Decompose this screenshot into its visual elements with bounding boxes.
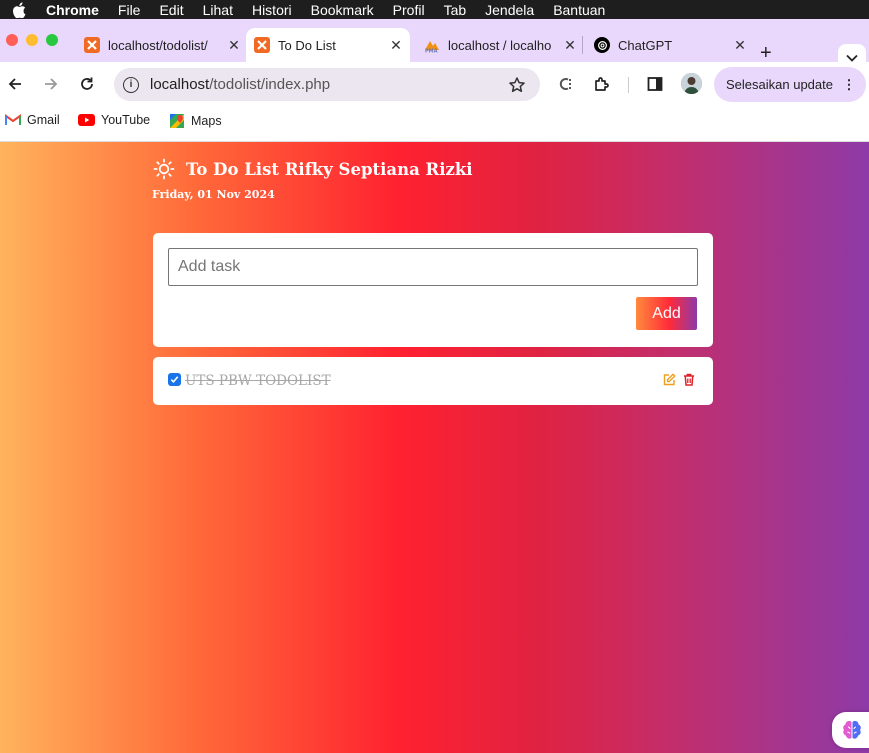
close-window-button[interactable]	[6, 34, 18, 46]
new-tab-icon[interactable]: +	[760, 43, 772, 63]
trash-icon[interactable]	[683, 373, 695, 386]
tab-title: localhost/todolist/	[108, 37, 208, 53]
add-task-card: Add	[153, 233, 713, 347]
close-tab-icon[interactable]: ✕	[562, 37, 578, 54]
bookmark-gmail[interactable]: Gmail	[5, 113, 60, 127]
site-info-icon[interactable]: i	[123, 76, 139, 93]
bookmark-maps[interactable]: Maps	[169, 113, 222, 129]
chatgpt-icon	[594, 37, 610, 53]
menu-window[interactable]: Jendela	[485, 2, 534, 18]
extension-c-icon	[559, 78, 571, 90]
page-title: To Do List Rifky Septiana Rizki	[186, 159, 473, 179]
task-text: UTS PBW TODOLIST	[185, 373, 331, 389]
puzzle-icon	[595, 77, 609, 91]
extension-button[interactable]	[554, 72, 578, 96]
tab-title: ChatGPT	[618, 37, 673, 53]
brain-icon	[843, 720, 861, 739]
page-content: To Do List Rifky Septiana Rizki Friday, …	[0, 142, 869, 753]
extensions-button[interactable]	[590, 72, 614, 96]
forward-button[interactable]	[39, 72, 63, 96]
svg-text:PMA: PMA	[425, 49, 438, 54]
sun-icon[interactable]	[153, 158, 175, 180]
current-date: Friday, 01 Nov 2024	[152, 188, 275, 201]
menu-view[interactable]: Lihat	[203, 2, 233, 18]
chevron-down-icon	[846, 54, 858, 62]
close-tab-icon[interactable]: ✕	[226, 37, 242, 54]
reload-icon	[81, 77, 93, 90]
app-header: To Do List Rifky Septiana Rizki	[153, 158, 473, 180]
task-done-checkbox[interactable]	[168, 373, 181, 386]
gmail-icon	[5, 114, 21, 126]
reload-button[interactable]	[75, 72, 99, 96]
menu-tab[interactable]: Tab	[444, 2, 467, 18]
bookmark-label: Gmail	[27, 113, 60, 127]
tab-phpmyadmin[interactable]: PMA localhost / localho ✕	[418, 28, 578, 62]
side-panel-button[interactable]	[643, 72, 667, 96]
bookmark-youtube[interactable]: YouTube	[78, 113, 150, 127]
avatar[interactable]	[681, 73, 702, 94]
menu-help[interactable]: Bantuan	[553, 2, 605, 18]
tab-title: localhost / localho	[448, 37, 552, 53]
youtube-icon	[78, 114, 95, 126]
phpmyadmin-icon: PMA	[424, 37, 440, 55]
apple-icon[interactable]	[12, 1, 28, 18]
tab-chatgpt[interactable]: ChatGPT ✕	[588, 28, 748, 62]
floating-extension-button[interactable]	[832, 712, 869, 748]
xampp-icon	[254, 37, 270, 53]
more-menu-icon[interactable]: ⋮	[842, 77, 856, 93]
edit-icon[interactable]	[663, 373, 676, 386]
profile-avatar-icon	[681, 73, 702, 94]
add-task-button[interactable]: Add	[636, 297, 697, 330]
menu-bookmarks[interactable]: Bookmark	[311, 2, 374, 18]
bookmarks-bar: Gmail YouTube Maps	[0, 106, 869, 142]
checkmark-icon	[170, 376, 179, 383]
browser-toolbar: i localhost/todolist/index.php Selesaika…	[0, 62, 869, 106]
toolbar-divider	[628, 77, 629, 93]
task-item: UTS PBW TODOLIST	[153, 357, 713, 405]
side-panel-icon	[647, 77, 663, 91]
tab-divider	[582, 36, 583, 54]
xampp-icon	[84, 37, 100, 53]
macos-menubar: Chrome File Edit Lihat Histori Bookmark …	[0, 0, 869, 19]
minimize-window-button[interactable]	[26, 34, 38, 46]
tab-strip: localhost/todolist/ ✕ To Do List ✕ PMA l…	[0, 19, 869, 72]
tab-to-do-list[interactable]: To Do List ✕	[246, 28, 410, 62]
close-tab-icon[interactable]: ✕	[388, 37, 404, 54]
update-button-label: Selesaikan update	[726, 77, 833, 92]
menu-chrome[interactable]: Chrome	[46, 2, 99, 18]
bookmark-label: Maps	[191, 114, 222, 128]
back-button[interactable]	[3, 72, 27, 96]
url-host: localhost	[150, 76, 210, 93]
close-tab-icon[interactable]: ✕	[732, 37, 748, 54]
menu-edit[interactable]: Edit	[159, 2, 183, 18]
tab-title: To Do List	[278, 37, 336, 53]
url-path: /todolist/index.php	[209, 76, 331, 93]
arrow-right-icon	[45, 78, 58, 90]
bookmark-label: YouTube	[101, 113, 151, 127]
tab-localhost-todolist[interactable]: localhost/todolist/ ✕	[76, 28, 242, 62]
task-input[interactable]	[168, 248, 698, 286]
url-text[interactable]: localhost/todolist/index.php	[150, 76, 508, 93]
maps-icon	[169, 113, 185, 129]
bookmark-star-icon[interactable]	[508, 76, 526, 94]
arrow-left-icon	[8, 78, 21, 90]
update-button[interactable]: Selesaikan update ⋮	[714, 67, 866, 102]
maximize-window-button[interactable]	[46, 34, 58, 46]
address-bar[interactable]: i localhost/todolist/index.php	[114, 68, 540, 101]
menu-history[interactable]: Histori	[252, 2, 292, 18]
menu-profile[interactable]: Profil	[393, 2, 425, 18]
menu-file[interactable]: File	[118, 2, 141, 18]
